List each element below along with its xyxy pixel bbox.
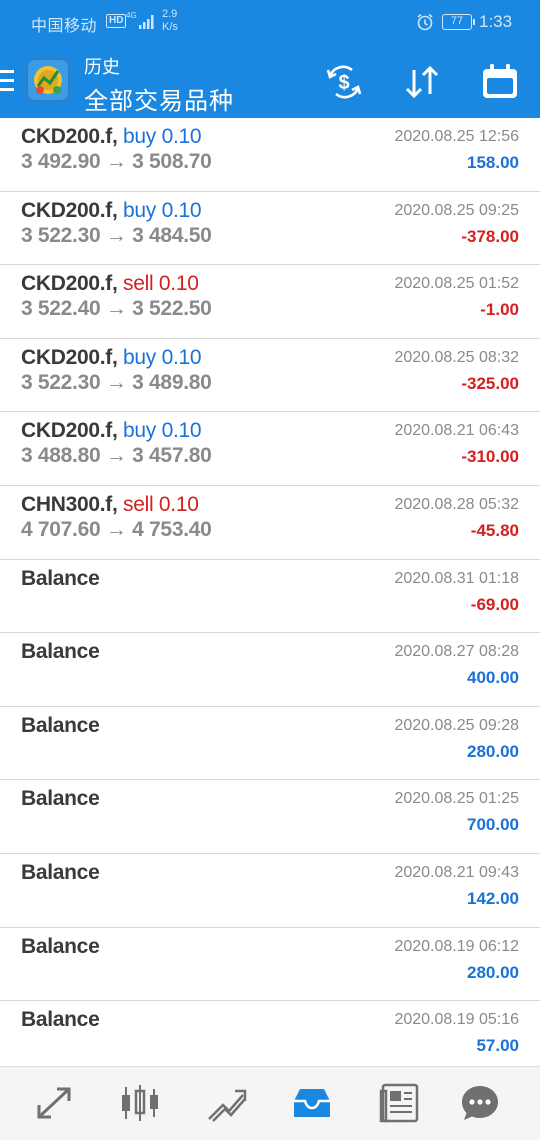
balance-amount: 280.00 — [467, 741, 519, 761]
news-icon[interactable] — [377, 1081, 421, 1125]
balance-amount: 400.00 — [467, 668, 519, 688]
trade-profit: -310.00 — [461, 447, 519, 467]
trade-symbol-line: CKD200.f, sell 0.10 — [21, 272, 199, 296]
balance-row[interactable]: Balance 2020.08.19 06:12 280.00 — [0, 928, 540, 1002]
trade-prices: 4 707.60 → 4 753.40 — [21, 517, 212, 541]
trade-date: 2020.08.25 08:32 — [394, 348, 519, 366]
clock: 1:33 — [479, 12, 513, 31]
balance-date: 2020.08.25 01:25 — [394, 790, 519, 808]
trade-date: 2020.08.25 01:52 — [394, 275, 519, 293]
trade-row[interactable]: CKD200.f, sell 0.10 3 522.40 → 3 522.50 … — [0, 265, 540, 339]
balance-amount: 57.00 — [476, 1036, 519, 1056]
trade-symbol-line: CKD200.f, buy 0.10 — [21, 125, 202, 148]
battery-indicator: 77 — [442, 14, 475, 30]
balance-label: Balance — [21, 934, 100, 958]
trade-symbol-line: CKD200.f, buy 0.10 — [21, 345, 202, 369]
balance-row[interactable]: Balance 2020.08.31 01:18 -69.00 — [0, 560, 540, 634]
balance-amount: 280.00 — [467, 962, 519, 982]
balance-row[interactable]: Balance 2020.08.25 09:28 280.00 — [0, 707, 540, 781]
signal-icon — [139, 15, 154, 29]
balance-label: Balance — [21, 860, 100, 884]
balance-amount: -69.00 — [470, 594, 519, 614]
app-bar: 历史 全部交易品种 $ — [0, 46, 540, 118]
trade-profit: -45.80 — [470, 520, 519, 540]
trade-date: 2020.08.28 05:32 — [394, 495, 519, 513]
balance-row[interactable]: Balance 2020.08.27 08:28 400.00 — [0, 633, 540, 707]
trade-profit: 158.00 — [467, 153, 519, 172]
trade-profit: -325.00 — [461, 373, 519, 393]
chart-icon[interactable] — [118, 1081, 162, 1125]
carrier-label: 中国移动 — [31, 18, 98, 35]
trade-icon[interactable] — [205, 1081, 249, 1125]
page-title[interactable]: 全部交易品种 — [84, 81, 234, 116]
balance-date: 2020.08.19 05:16 — [394, 1011, 519, 1029]
trade-prices: 3 522.30 → 3 484.50 — [21, 223, 212, 247]
trade-profit: -378.00 — [461, 226, 519, 246]
hd-badge: HD — [106, 14, 127, 28]
trade-prices: 3 488.80 → 3 457.80 — [21, 444, 212, 468]
trade-prices: 3 522.40 → 3 522.50 — [21, 297, 212, 321]
svg-text:$: $ — [338, 72, 349, 94]
alarm-icon — [417, 13, 433, 31]
trade-date: 2020.08.21 06:43 — [394, 422, 519, 440]
balance-label: Balance — [21, 566, 100, 590]
network-type: 4G — [126, 11, 137, 20]
balance-label: Balance — [21, 787, 100, 811]
page-subtitle: 历史 — [84, 57, 120, 77]
balance-row[interactable]: Balance 2020.08.21 09:43 142.00 — [0, 854, 540, 928]
balance-label: Balance — [21, 1008, 100, 1032]
balance-date: 2020.08.21 09:43 — [394, 863, 519, 881]
trade-direction: buy 0.10 — [123, 345, 202, 369]
trade-direction: buy 0.10 — [123, 125, 202, 148]
history-list: CKD200.f, buy 0.10 3 492.90 → 3 508.70 2… — [0, 118, 540, 1075]
balance-label: Balance — [21, 713, 100, 737]
trade-date: 2020.08.25 12:56 — [394, 128, 519, 145]
trade-profit: -1.00 — [480, 300, 519, 320]
trade-direction: buy 0.10 — [123, 419, 202, 443]
history-icon[interactable] — [290, 1081, 334, 1125]
trade-direction: sell 0.10 — [123, 492, 199, 516]
balance-amount: 700.00 — [467, 815, 519, 835]
balance-date: 2020.08.27 08:28 — [394, 643, 519, 661]
sort-icon[interactable] — [400, 62, 444, 102]
balance-row[interactable]: Balance 2020.08.19 05:16 57.00 — [0, 1001, 540, 1075]
balance-row[interactable]: Balance 2020.08.25 01:25 700.00 — [0, 780, 540, 854]
trade-symbol-line: CHN300.f, sell 0.10 — [21, 492, 199, 516]
trade-symbol-line: CKD200.f, buy 0.10 — [21, 198, 202, 222]
chat-icon[interactable] — [458, 1081, 502, 1125]
trade-row[interactable]: CKD200.f, buy 0.10 3 522.30 → 3 489.80 2… — [0, 339, 540, 413]
trade-prices: 3 492.90 → 3 508.70 — [21, 150, 212, 173]
speed-unit: K/s — [162, 21, 178, 33]
trade-row[interactable]: CHN300.f, sell 0.10 4 707.60 → 4 753.40 … — [0, 486, 540, 560]
speed-value: 2.9 — [162, 8, 178, 20]
balance-label: Balance — [21, 640, 100, 664]
balance-date: 2020.08.25 09:28 — [394, 716, 519, 734]
status-bar: 中国移动 HD 4G 2.9 K/s 77 1:33 — [0, 0, 540, 46]
trade-date: 2020.08.25 09:25 — [394, 201, 519, 219]
trade-row[interactable]: CKD200.f, buy 0.10 3 488.80 → 3 457.80 2… — [0, 412, 540, 486]
balance-date: 2020.08.19 06:12 — [394, 937, 519, 955]
menu-icon[interactable] — [0, 70, 14, 92]
trade-row[interactable]: CKD200.f, buy 0.10 3 492.90 → 3 508.70 2… — [0, 118, 540, 192]
quotes-icon[interactable] — [33, 1081, 77, 1125]
calendar-icon[interactable] — [478, 62, 522, 102]
trade-prices: 3 522.30 → 3 489.80 — [21, 370, 212, 394]
trade-row[interactable]: CKD200.f, buy 0.10 3 522.30 → 3 484.50 2… — [0, 192, 540, 266]
trade-symbol-line: CKD200.f, buy 0.10 — [21, 419, 202, 443]
trade-direction: buy 0.10 — [123, 198, 202, 222]
app-logo-icon — [26, 58, 70, 102]
balance-date: 2020.08.31 01:18 — [394, 569, 519, 587]
deposit-icon[interactable]: $ — [322, 62, 366, 102]
trade-direction: sell 0.10 — [123, 272, 199, 296]
bottom-nav — [0, 1066, 540, 1140]
network-speed: 2.9 K/s — [162, 8, 178, 34]
balance-amount: 142.00 — [467, 888, 519, 908]
